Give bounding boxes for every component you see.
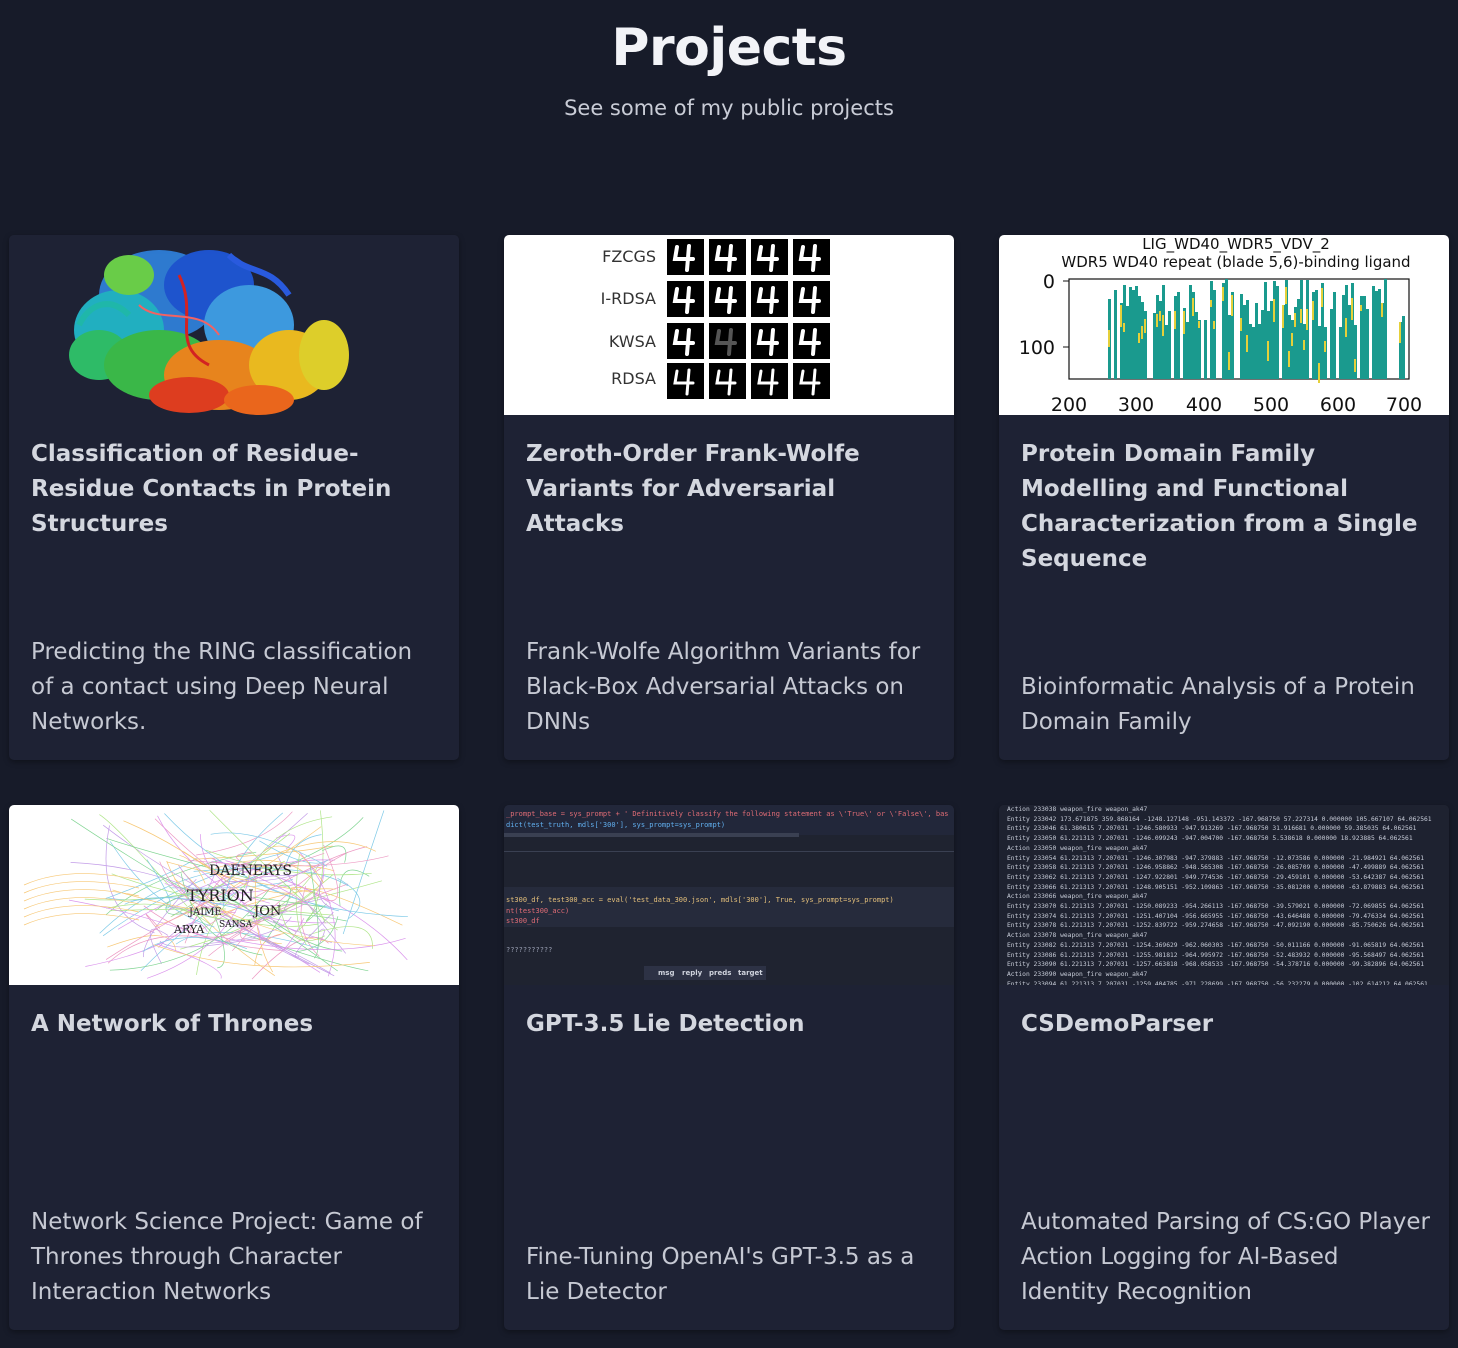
- project-title[interactable]: Protein Domain Family Modelling and Func…: [1021, 437, 1427, 577]
- log-line: Entity 233078 61.221313 7.207031 -1252.8…: [1007, 922, 1425, 930]
- node-label-jon: JON: [252, 904, 281, 919]
- log-line: Entity 233042 173.671875 359.868164 -124…: [1007, 815, 1432, 823]
- log-line: Entity 233066 61.221313 7.207031 -1248.9…: [1007, 883, 1425, 891]
- character-network-image: DAENERYS TYRION JAIME JON ARYA SANSA: [9, 805, 459, 985]
- project-card-gpt-lie-detection[interactable]: _prompt_base = sys_prompt + ' Definitive…: [504, 805, 954, 1330]
- project-title[interactable]: Classification of Residue-Residue Contac…: [31, 437, 437, 542]
- grid-label-kwsa: KWSA: [609, 332, 656, 351]
- log-line: Action 233066 weapon_fire weapon_ak47: [1007, 893, 1148, 901]
- page-title: Projects: [611, 18, 847, 78]
- plot-y-tick: 0: [1043, 271, 1055, 293]
- grid-label-i-rdsa: I-RDSA: [601, 289, 656, 308]
- log-line: Entity 233090 61.221313 7.207031 -1257.6…: [1007, 961, 1425, 969]
- log-line: Action 233038 weapon_fire weapon_ak47: [1007, 806, 1148, 813]
- node-label-jaime: JAIME: [188, 907, 222, 918]
- code-line: _prompt_base = sys_prompt + ' Definitive…: [506, 810, 949, 818]
- plot-x-tick: 500: [1253, 394, 1289, 415]
- project-card-residue-contacts[interactable]: Classification of Residue-Residue Contac…: [9, 235, 459, 760]
- log-line: Entity 233074 61.221313 7.207031 -1251.4…: [1007, 912, 1425, 920]
- log-line: Entity 233054 61.221313 7.207031 -1246.3…: [1007, 854, 1425, 862]
- page-subtitle: See some of my public projects: [564, 96, 894, 120]
- project-description: Predicting the RING classification of a …: [31, 639, 413, 735]
- node-label-tyrion: TYRION: [187, 886, 254, 905]
- code-line: st300_df: [506, 917, 540, 925]
- project-card-network-of-thrones[interactable]: DAENERYS TYRION JAIME JON ARYA SANSA A N…: [9, 805, 459, 1330]
- node-label-arya: ARYA: [173, 923, 205, 936]
- log-line: Entity 233082 61.221313 7.207031 -1254.3…: [1007, 941, 1425, 949]
- log-line: Entity 233046 61.380615 7.207031 -1246.5…: [1007, 825, 1417, 833]
- project-description: Bioinformatic Analysis of a Protein Doma…: [1021, 674, 1415, 735]
- log-line: Entity 233050 61.221313 7.207031 -1246.0…: [1007, 835, 1413, 843]
- project-title[interactable]: Zeroth-Order Frank-Wolfe Variants for Ad…: [526, 437, 932, 542]
- log-line: Entity 233094 61.221313 7.207031 -1259.4…: [1007, 980, 1428, 985]
- project-card-protein-domain[interactable]: LIG_WD40_WDR5_VDV_2 WDR5 WD40 repeat (bl…: [999, 235, 1449, 760]
- log-line: Action 233090 weapon_fire weapon_ak47: [1007, 970, 1148, 978]
- log-line: Action 233050 weapon_fire weapon_ak47: [1007, 844, 1148, 852]
- log-line: Entity 233058 61.221313 7.207031 -1246.9…: [1007, 864, 1425, 872]
- grid-label-fzcgs: FZCGS: [602, 247, 656, 266]
- project-description: Fine-Tuning OpenAI's GPT-3.5 as a Lie De…: [526, 1244, 915, 1305]
- log-output-image: Action 233038 weapon_fire weapon_ak47 Ent…: [999, 805, 1449, 985]
- log-line: Entity 233062 61.221313 7.207031 -1247.9…: [1007, 873, 1425, 881]
- domain-heatmap-image: LIG_WD40_WDR5_VDV_2 WDR5 WD40 repeat (bl…: [999, 235, 1449, 415]
- project-description: Frank-Wolfe Algorithm Variants for Black…: [526, 639, 921, 735]
- node-label-daenerys: DAENERYS: [209, 863, 292, 879]
- node-label-sansa: SANSA: [219, 920, 253, 930]
- grid-label-rdsa: RDSA: [611, 369, 656, 388]
- plot-x-tick: 700: [1386, 394, 1422, 415]
- results-table-header: msg reply preds target: [644, 966, 766, 980]
- plot-title-line2: WDR5 WD40 repeat (blade 5,6)-binding lig…: [1061, 253, 1410, 271]
- project-description: Network Science Project: Game of Thrones…: [31, 1209, 423, 1305]
- log-line: Action 233078 weapon_fire weapon_ak47: [1007, 932, 1148, 940]
- project-title[interactable]: CSDemoParser: [1021, 1007, 1427, 1042]
- project-description: Automated Parsing of CS:GO Player Action…: [1021, 1209, 1430, 1305]
- mnist-adversarial-grid-image: FZCGS I-RDSA KWSA RDSA: [504, 235, 954, 415]
- project-title[interactable]: A Network of Thrones: [31, 1007, 437, 1042]
- plot-x-tick: 200: [1051, 394, 1087, 415]
- plot-x-tick: 600: [1320, 394, 1356, 415]
- plot-x-tick: 400: [1186, 394, 1222, 415]
- plot-y-tick: 100: [1019, 337, 1055, 359]
- plot-x-tick: 300: [1118, 394, 1154, 415]
- project-card-csdemoparser[interactable]: Action 233038 weapon_fire weapon_ak47 Ent…: [999, 805, 1449, 1330]
- project-title[interactable]: GPT-3.5 Lie Detection: [526, 1007, 932, 1042]
- code-line: st300_df, test300_acc = eval('test_data_…: [506, 896, 894, 904]
- plot-title-line1: LIG_WD40_WDR5_VDV_2: [1142, 235, 1330, 254]
- project-card-frank-wolfe[interactable]: FZCGS I-RDSA KWSA RDSA Zeroth-Order Fran…: [504, 235, 954, 760]
- code-line: nt(test300_acc): [506, 907, 570, 915]
- protein-structure-image: [9, 235, 459, 415]
- code-line: dict(test_truth, mdls['300'], sys_prompt…: [506, 821, 726, 829]
- log-line: Entity 233070 61.221313 7.207031 -1250.0…: [1007, 903, 1425, 911]
- code-line: ???????????: [506, 946, 553, 954]
- code-notebook-image: _prompt_base = sys_prompt + ' Definitive…: [504, 805, 954, 985]
- log-line: Entity 233086 61.221313 7.207031 -1255.9…: [1007, 951, 1425, 959]
